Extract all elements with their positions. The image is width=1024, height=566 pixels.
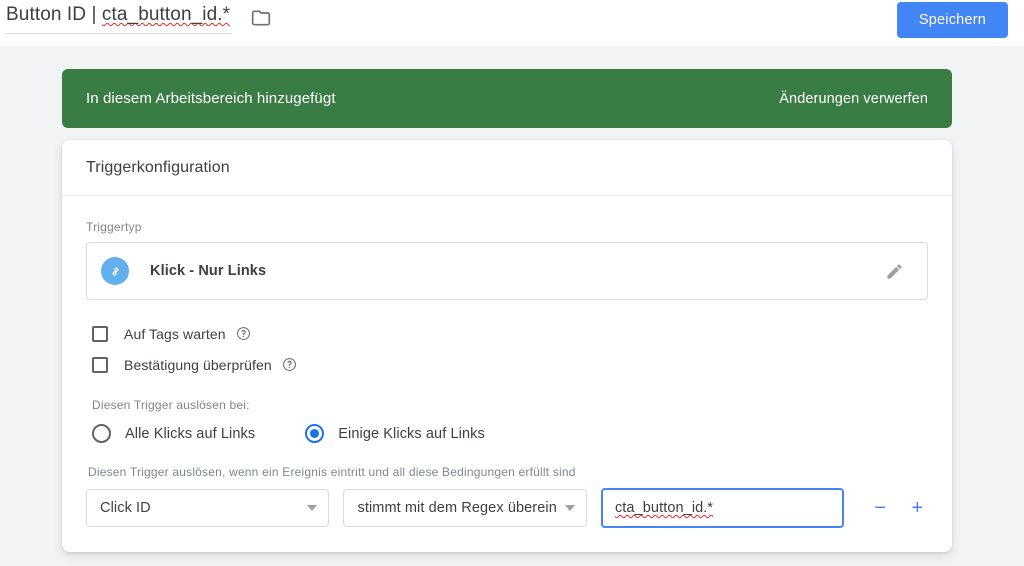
radio-all-link-clicks[interactable]: Alle Klicks auf Links (92, 424, 255, 443)
checkbox-check-validation[interactable] (92, 356, 108, 373)
condition-operator-value: stimmt mit dem Regex überein (357, 500, 557, 516)
checkbox-wait-for-tags[interactable] (92, 325, 108, 342)
condition-variable-select[interactable]: Click ID (86, 489, 330, 527)
condition-value-text: cta_button_id.* (614, 500, 714, 516)
chevron-down-icon (307, 505, 318, 511)
condition-variable-value: Click ID (100, 500, 151, 516)
page-title: Button ID | cta_button_id.* (6, 4, 230, 25)
fire-on-section: Diesen Trigger auslösen bei: Alle Klicks… (86, 398, 928, 443)
checkbox-label-wait-for-tags: Auf Tags warten (124, 325, 226, 342)
checkbox-label-check-validation: Bestätigung überprüfen (124, 356, 272, 373)
chevron-down-icon (564, 505, 575, 511)
remove-condition-button[interactable]: − (869, 497, 890, 520)
title-area: Button ID | cta_button_id.* (4, 2, 274, 34)
top-bar: Button ID | cta_button_id.* Speichern (0, 0, 1024, 46)
banner-message: In diesem Arbeitsbereich hinzugefügt (86, 90, 336, 107)
condition-operator-select[interactable]: stimmt mit dem Regex überein (343, 489, 587, 527)
page-title-value: cta_button_id.* (101, 4, 231, 25)
help-circle-icon[interactable] (282, 357, 297, 372)
link-icon (101, 257, 129, 285)
trigger-type-label: Triggertyp (86, 220, 142, 234)
help-circle-icon[interactable] (236, 326, 251, 341)
pencil-icon[interactable] (879, 256, 909, 286)
workspace-banner: In diesem Arbeitsbereich hinzugefügt Änd… (62, 69, 952, 128)
radio-circle-all (92, 424, 111, 443)
card-header: Triggerkonfiguration (62, 140, 952, 196)
conditions-label: Diesen Trigger auslösen, wenn ein Ereign… (88, 465, 576, 479)
fire-on-radio-group: Alle Klicks auf Links Einige Klicks auf … (92, 424, 928, 443)
folder-icon[interactable] (248, 5, 274, 31)
radio-label-all: Alle Klicks auf Links (125, 425, 256, 442)
radio-some-link-clicks[interactable]: Einige Klicks auf Links (305, 424, 485, 443)
trigger-type-name: Klick - Nur Links (150, 263, 267, 279)
checkbox-row-wait-for-tags[interactable]: Auf Tags warten (86, 318, 928, 349)
discard-changes-link[interactable]: Änderungen verwerfen (779, 91, 928, 107)
radio-circle-some (305, 424, 325, 443)
condition-value-input[interactable]: cta_button_id.* (600, 488, 845, 528)
page-title-prefix: Button ID | (6, 4, 102, 25)
radio-dot-some (310, 429, 320, 438)
fire-on-label: Diesen Trigger auslösen bei: (92, 398, 250, 412)
radio-label-some: Einige Klicks auf Links (338, 425, 485, 442)
card-body: Triggertyp Klick - Nur Links Auf Tags wa… (62, 196, 952, 528)
trigger-name-input[interactable]: Button ID | cta_button_id.* (4, 2, 233, 34)
save-button[interactable]: Speichern (896, 2, 1008, 38)
checkbox-row-check-validation[interactable]: Bestätigung überprüfen (86, 349, 928, 380)
condition-row: Click ID stimmt mit dem Regex überein ct… (86, 488, 928, 528)
card-title: Triggerkonfiguration (86, 158, 230, 176)
trigger-type-row[interactable]: Klick - Nur Links (86, 242, 928, 300)
add-condition-button[interactable]: + (907, 497, 928, 520)
checkbox-group: Auf Tags warten Bestätigung überprüfen (86, 318, 928, 380)
trigger-configuration-card: Triggerkonfiguration Triggertyp Klick - … (62, 140, 952, 552)
